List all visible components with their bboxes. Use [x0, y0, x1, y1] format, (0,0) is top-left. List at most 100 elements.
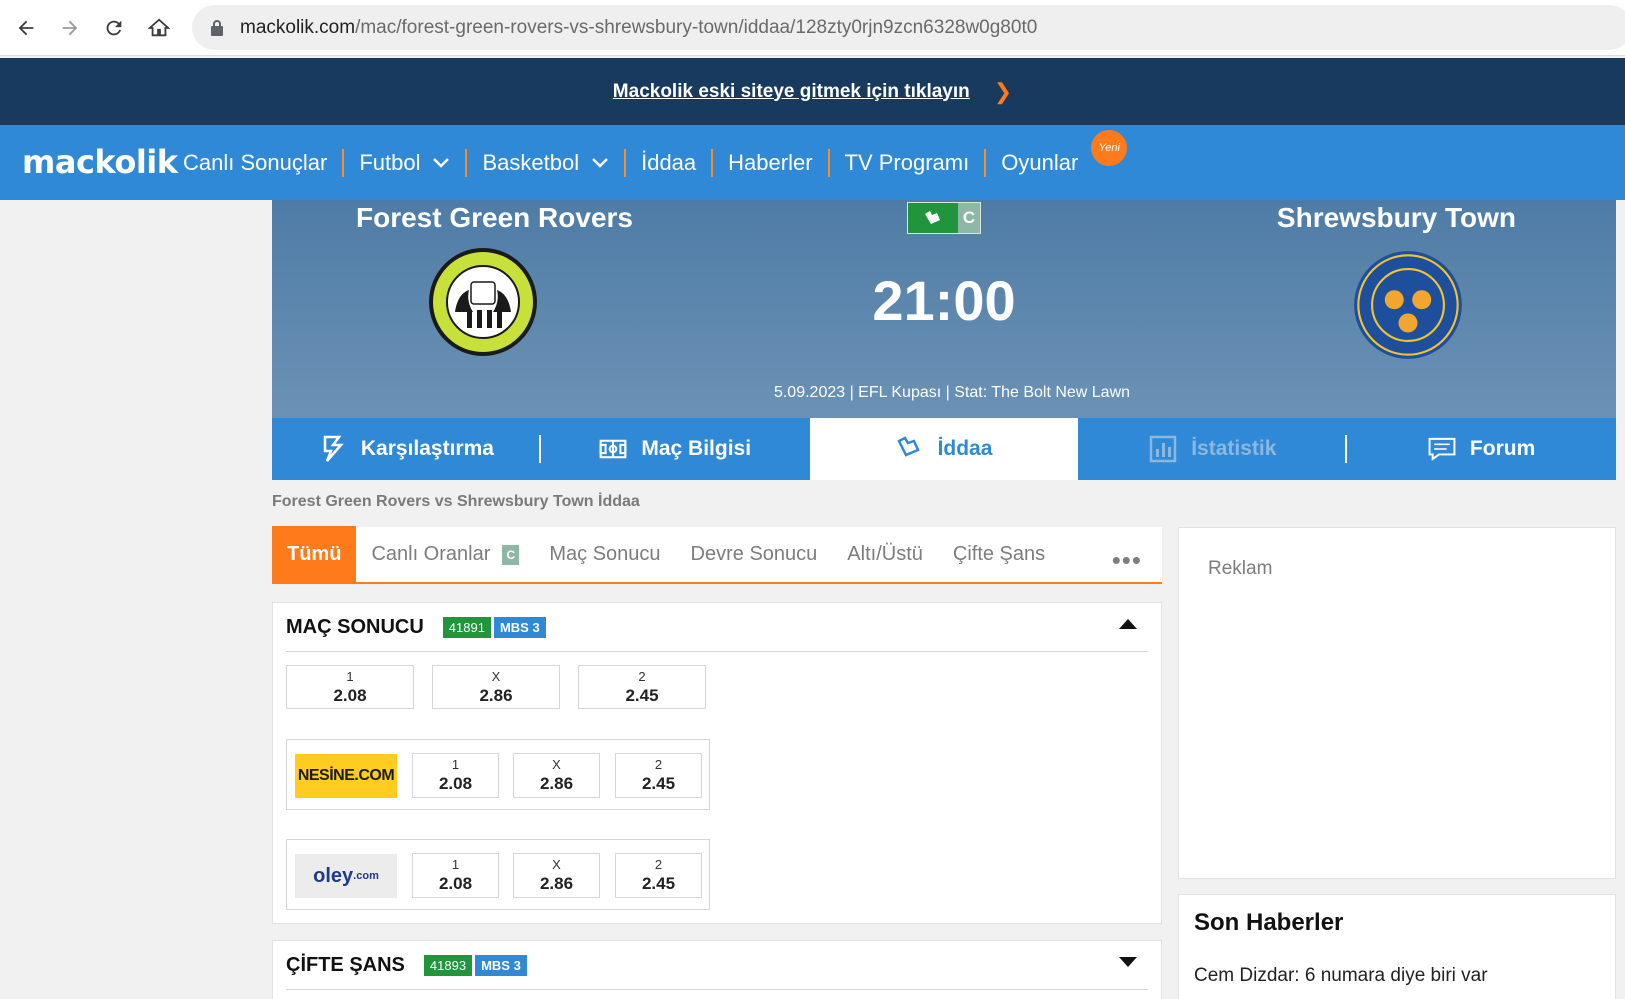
nav-item-iddaa[interactable]: İddaa [626, 150, 711, 176]
latest-news-panel: Son Haberler Cem Dizdar: 6 numara diye b… [1178, 894, 1616, 999]
nav-item-live-scores[interactable]: Canlı Sonuçlar [168, 150, 342, 176]
odd-value: 2.08 [333, 686, 367, 705]
expand-down-icon[interactable] [1118, 955, 1138, 969]
home-team-crest[interactable] [427, 246, 539, 358]
odd-button[interactable]: X 2.86 [513, 753, 600, 798]
url-path: /mac/forest-green-rovers-vs-shrewsbury-t… [355, 16, 1038, 38]
nav-item-news[interactable]: Haberler [713, 150, 827, 176]
home-icon[interactable] [143, 12, 175, 44]
odd-label: 2 [638, 669, 646, 684]
chevron-right-icon[interactable]: ❯ [994, 79, 1012, 105]
tab-iddaa[interactable]: İddaa [809, 418, 1079, 480]
oley-logo[interactable]: oley .com [295, 854, 397, 898]
chevron-down-icon [433, 157, 450, 168]
odd-label: 1 [451, 757, 460, 772]
collapse-up-icon[interactable] [1118, 617, 1138, 631]
browser-toolbar: mackolik.com/mac/forest-green-rovers-vs-… [0, 0, 1625, 56]
odd-value: 2.08 [438, 874, 473, 893]
live-tracker-chip[interactable]: C [907, 202, 981, 234]
market-header[interactable]: MAÇ SONUCU 41891 MBS 3 [286, 603, 1148, 652]
away-team-name[interactable]: Shrewsbury Town [1277, 202, 1516, 234]
away-team-crest[interactable] [1352, 249, 1464, 361]
stats-icon [1149, 435, 1177, 463]
tab-label: İstatistik [1191, 437, 1277, 460]
tab-comparison[interactable]: Karşılaştırma [272, 418, 541, 480]
old-site-link[interactable]: Mackolik eski siteye gitmek için tıklayı… [613, 81, 970, 103]
ad-label: Reklam [1208, 558, 1273, 579]
forward-icon[interactable] [54, 12, 86, 44]
nav-item-games[interactable]: Oyunlar Yeni [986, 129, 1128, 176]
nav-item-basketball[interactable]: Basketbol [467, 150, 624, 176]
filter-tab-match-result[interactable]: Maç Sonucu [534, 526, 675, 583]
market-title: MAÇ SONUCU [286, 615, 424, 638]
nav-label: Haberler [728, 149, 813, 175]
tab-match-info[interactable]: Maç Bilgisi [541, 418, 810, 480]
odd-button[interactable]: 2 2.45 [615, 853, 702, 898]
provider-row-oley: oley .com 1 2.08 X 2.86 2 2.45 [286, 839, 710, 910]
odd-value: 2.45 [625, 686, 659, 705]
odd-value: 2.08 [438, 774, 473, 793]
mbs-badge: MBS 3 [475, 954, 527, 976]
news-item-link[interactable]: Cem Dizdar: 6 numara diye biri var [1194, 965, 1488, 987]
market-card-match-result: MAÇ SONUCU 41891 MBS 3 1 2.08 X 2.86 2 2… [272, 602, 1162, 924]
mackolik-logo[interactable]: mackolik [22, 143, 178, 181]
more-icon[interactable]: ••• [1112, 545, 1142, 576]
old-site-banner: Mackolik eski siteye gitmek için tıklayı… [0, 58, 1625, 125]
market-card-double-chance: ÇİFTE ŞANS 41893 MBS 3 [272, 940, 1162, 999]
odd-value: 2.86 [539, 774, 574, 793]
ad-slot: Reklam [1178, 527, 1616, 879]
nav-label: TV Programı [844, 149, 970, 175]
market-code-badge: 41893 [423, 954, 473, 976]
pitch-icon [599, 439, 627, 459]
odd-button[interactable]: 2 2.45 [615, 753, 702, 798]
lock-icon [211, 20, 223, 36]
market-code-badge: 41891 [442, 616, 491, 638]
odd-button[interactable]: 1 2.08 [412, 853, 499, 898]
chevron-down-icon [592, 157, 608, 168]
reload-icon[interactable] [98, 12, 130, 44]
kickoff-time: 21:00 [872, 269, 1016, 332]
odd-label: X [552, 857, 561, 872]
oley-logo-text: oley [313, 864, 354, 887]
filter-tab-over-under[interactable]: Altı/Üstü [832, 526, 938, 583]
home-team-name[interactable]: Forest Green Rovers [356, 202, 633, 234]
nav-label: Canlı Sonuçlar [183, 149, 328, 175]
forum-icon [1428, 437, 1456, 462]
odd-button[interactable]: 1 2.08 [286, 665, 414, 709]
provider-row-nesine: NESİNE.COM 1 2.08 X 2.86 2 2.45 [286, 739, 710, 810]
match-meta: 5.09.2023 | EFL Kupası | Stat: The Bolt … [773, 384, 1131, 401]
odd-value: 2.86 [539, 874, 574, 893]
tab-statistics[interactable]: İstatistik [1078, 418, 1348, 480]
nav-item-football[interactable]: Futbol [344, 150, 465, 176]
odd-button[interactable]: X 2.86 [513, 853, 600, 898]
nesine-logo[interactable]: NESİNE.COM [295, 754, 397, 798]
filter-tab-double-chance[interactable]: Çifte Şans [938, 526, 1060, 583]
filter-tab-half-result[interactable]: Devre Sonucu [676, 526, 833, 583]
live-chip-letter: C [958, 203, 980, 233]
odd-value: 2.45 [641, 774, 676, 793]
filter-label: Canlı Oranlar [371, 543, 491, 565]
address-bar[interactable]: mackolik.com/mac/forest-green-rovers-vs-… [192, 5, 1625, 50]
filter-tab-live-odds[interactable]: Canlı Oranlar C [356, 526, 534, 583]
comparison-icon [323, 435, 344, 462]
filter-tab-all[interactable]: Tümü [272, 526, 357, 583]
nav-item-tv-program[interactable]: TV Programı [830, 150, 985, 176]
back-icon[interactable] [10, 12, 42, 44]
tab-label: Forum [1469, 437, 1536, 460]
odd-button[interactable]: X 2.86 [432, 665, 560, 709]
page-title: Forest Green Rovers vs Shrewsbury Town İ… [272, 493, 640, 510]
latest-news-title: Son Haberler [1194, 909, 1344, 936]
odd-label: 1 [451, 857, 460, 872]
market-title: ÇİFTE ŞANS [286, 953, 405, 976]
nav-label: Basketbol [482, 149, 580, 175]
iddaa-hand-icon [896, 436, 920, 457]
nav-label: Oyunlar [1001, 149, 1079, 175]
tab-forum[interactable]: Forum [1347, 418, 1616, 480]
tab-label: Karşılaştırma [360, 437, 494, 460]
odd-label: 1 [346, 669, 354, 684]
odd-button[interactable]: 2 2.45 [578, 665, 706, 709]
match-header: Forest Green Rovers Shrewsbury Town C 21… [272, 200, 1616, 418]
odd-button[interactable]: 1 2.08 [412, 753, 499, 798]
market-header[interactable]: ÇİFTE ŞANS 41893 MBS 3 [286, 941, 1148, 990]
nav-label: İddaa [641, 149, 697, 175]
